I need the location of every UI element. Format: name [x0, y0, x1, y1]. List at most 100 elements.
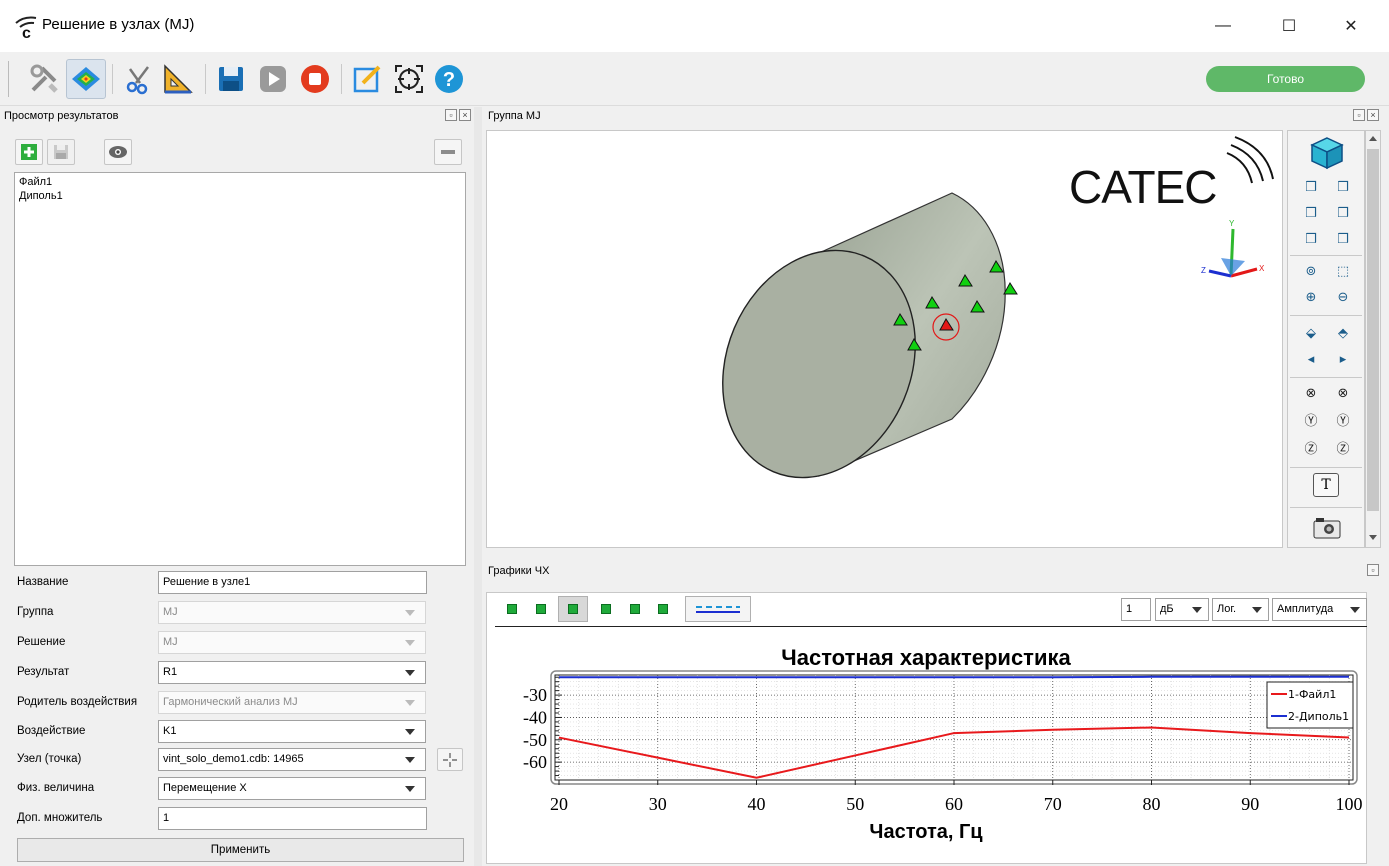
view-left-icon[interactable]: ❒	[1302, 205, 1320, 223]
scroll-thumb[interactable]	[1367, 149, 1379, 511]
ruler-triangle-icon	[164, 64, 193, 94]
view-bottom-icon[interactable]: ❒	[1334, 231, 1352, 249]
text-label-button[interactable]: T	[1313, 473, 1339, 497]
cube-view-icon[interactable]	[1309, 135, 1345, 171]
maximize-button[interactable]: ☐	[1266, 10, 1312, 42]
phys-select[interactable]: Перемещение X	[158, 777, 426, 800]
save-result-button[interactable]	[47, 139, 75, 165]
mode-select[interactable]: Амплитуда	[1272, 598, 1367, 621]
rotate-y-pos-icon[interactable]: Ⓨ	[1334, 413, 1352, 431]
chart-tool-active[interactable]	[558, 596, 588, 622]
list-item[interactable]: Файл1	[19, 175, 461, 189]
viewport-panel-header: Группа MJ ▫ ×	[484, 107, 1382, 125]
measure-button[interactable]	[158, 59, 198, 99]
mult-input[interactable]: 1	[158, 807, 427, 830]
group-select-value: MJ	[163, 606, 178, 618]
y-tick-label: -50	[523, 730, 547, 750]
pick-node-button[interactable]	[437, 748, 463, 771]
close-panel-button[interactable]: ×	[1367, 109, 1379, 121]
name-label: Название	[17, 576, 69, 588]
main-toolbar: ?	[0, 52, 1389, 106]
x-axis-label: Частота, Гц	[869, 821, 983, 843]
line-style-button[interactable]	[685, 596, 751, 622]
title-bar: c Решение в узлах (MJ) — ☐ ✕	[0, 0, 1389, 52]
group-select: MJ	[158, 601, 426, 624]
apply-button[interactable]: Применить	[17, 838, 464, 862]
zoom-window-icon[interactable]: ⬚	[1334, 263, 1352, 281]
chevron-down-icon	[405, 640, 415, 646]
chevron-down-icon	[1350, 607, 1360, 613]
scroll-down-icon[interactable]	[1369, 535, 1377, 540]
rotate-x-pos-icon[interactable]: ⊗	[1334, 385, 1352, 403]
tools-scrollbar[interactable]	[1365, 130, 1381, 548]
result-select[interactable]: R1	[158, 661, 426, 684]
catec-logo-waves	[1226, 136, 1274, 184]
zoom-fit-icon[interactable]: ⊚	[1302, 263, 1320, 281]
camera-icon[interactable]	[1313, 517, 1341, 539]
pan-left-icon[interactable]: ◂	[1302, 351, 1320, 369]
name-input[interactable]: Решение в узле1	[158, 571, 427, 594]
node-marker[interactable]	[1003, 282, 1018, 295]
count-input[interactable]: 1	[1121, 598, 1151, 621]
show-result-button[interactable]	[104, 139, 132, 165]
pan-down-icon[interactable]: ⬙	[1302, 325, 1320, 343]
target-button[interactable]	[389, 59, 429, 99]
frequency-chart[interactable]: Частотная характеристика -30-40 -50-60 20 30…	[486, 628, 1366, 863]
rotate-z-pos-icon[interactable]: Ⓩ	[1334, 441, 1352, 459]
scale-select[interactable]: Лог.	[1212, 598, 1269, 621]
unit-select[interactable]: дБ	[1155, 598, 1209, 621]
zoom-in-icon[interactable]: ⊕	[1302, 289, 1320, 307]
status-badge: Готово	[1206, 66, 1365, 92]
stop-button[interactable]	[295, 59, 335, 99]
scroll-up-icon[interactable]	[1369, 136, 1377, 141]
save-button[interactable]	[211, 59, 251, 99]
result-map-button[interactable]	[66, 59, 106, 99]
view-right-icon[interactable]: ❒	[1334, 205, 1352, 223]
3d-viewport[interactable]: CATEC Y X Z	[486, 130, 1283, 548]
chevron-down-icon	[405, 786, 415, 792]
node-row: Узел (точка) vint_solo_demo1.cdb: 14965	[17, 748, 467, 772]
chart-print-icon[interactable]	[630, 604, 640, 614]
float-panel-button[interactable]: ▫	[1353, 109, 1365, 121]
chart-export-icon[interactable]	[658, 604, 668, 614]
view-front-icon[interactable]: ❒	[1302, 179, 1320, 197]
close-button[interactable]: ✕	[1328, 10, 1374, 42]
phys-row: Физ. величина Перемещение X	[17, 777, 467, 801]
float-panel-button[interactable]: ▫	[1367, 564, 1379, 576]
panel-splitter[interactable]	[474, 107, 482, 866]
chevron-down-icon	[1192, 607, 1202, 613]
float-panel-button[interactable]: ▫	[445, 109, 457, 121]
close-panel-button[interactable]: ×	[459, 109, 471, 121]
chart-tool-icon[interactable]	[507, 604, 517, 614]
rotate-x-neg-icon[interactable]: ⊗	[1302, 385, 1320, 403]
node-select[interactable]: vint_solo_demo1.cdb: 14965	[158, 748, 426, 771]
pan-up-icon[interactable]: ⬘	[1334, 325, 1352, 343]
rotate-y-neg-icon[interactable]: Ⓨ	[1302, 413, 1320, 431]
x-tick-label: 30	[649, 794, 667, 814]
add-result-button[interactable]	[15, 139, 43, 165]
chart-fit-icon[interactable]	[601, 604, 611, 614]
x-tick-label: 20	[550, 794, 568, 814]
save-icon	[219, 67, 243, 91]
crosshair-icon	[443, 752, 457, 767]
results-list[interactable]: Файл1 Диполь1	[14, 172, 466, 566]
minimize-button[interactable]: —	[1200, 10, 1246, 42]
run-button[interactable]	[253, 59, 293, 99]
chart-zoom-icon[interactable]	[536, 604, 546, 614]
list-item[interactable]: Диполь1	[19, 189, 461, 203]
remove-result-button[interactable]	[434, 139, 462, 165]
action-row: Воздействие K1	[17, 720, 467, 744]
view-top-icon[interactable]: ❒	[1302, 231, 1320, 249]
edit-button[interactable]	[347, 59, 387, 99]
view-back-icon[interactable]: ❒	[1334, 179, 1352, 197]
action-select[interactable]: K1	[158, 720, 426, 743]
pan-right-icon[interactable]: ▸	[1334, 351, 1352, 369]
rotate-z-neg-icon[interactable]: Ⓩ	[1302, 441, 1320, 459]
chevron-down-icon	[405, 757, 415, 763]
cut-button[interactable]	[118, 59, 158, 99]
zoom-out-icon[interactable]: ⊖	[1334, 289, 1352, 307]
help-button[interactable]: ?	[429, 59, 469, 99]
tools-button[interactable]	[24, 59, 64, 99]
x-tick-label: 60	[945, 794, 963, 814]
chevron-down-icon	[405, 729, 415, 735]
